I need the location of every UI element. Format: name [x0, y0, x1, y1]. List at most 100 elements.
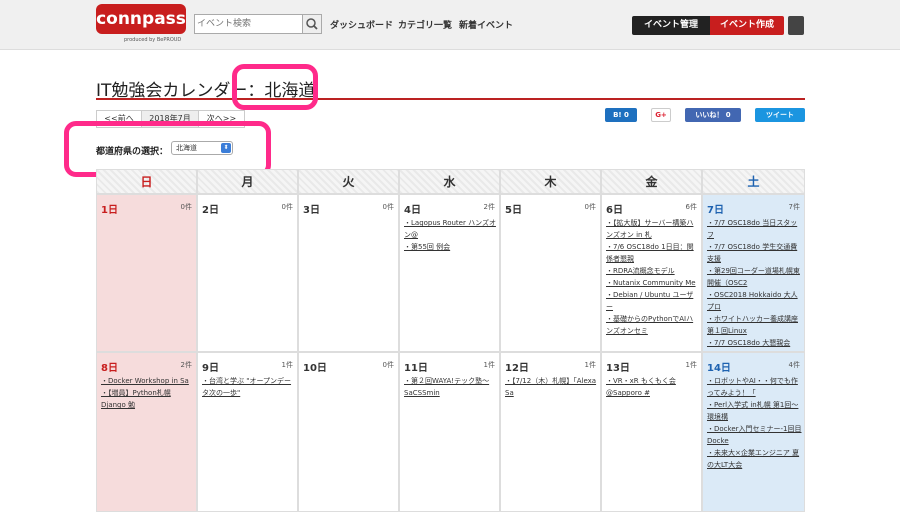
hatena-bookmark-button[interactable]: B! 0	[605, 108, 637, 122]
day-number: 6日	[606, 205, 623, 216]
event-link[interactable]: ・ホワイトハッカー養成講座 第１回Linux	[707, 313, 802, 337]
event-link[interactable]: ・7/7 OSC18do 学生交通費支援	[707, 241, 802, 265]
calendar-day-cell: 13日 1件・VR・xR もくもく会@Sapporo #	[601, 352, 702, 512]
calendar-day-cell: 12日 1件・【7/12（木）札幌】「Alexa Sa	[500, 352, 601, 512]
day-number: 9日	[202, 363, 219, 374]
event-link[interactable]: ・Nutanix Community Me	[606, 277, 699, 289]
search-box	[194, 14, 322, 34]
day-number: 2日	[202, 205, 219, 216]
event-count: 0件	[281, 203, 293, 211]
logo-subtitle: produced by BePROUD	[124, 37, 182, 43]
weekday-header: 火	[298, 169, 399, 194]
day-number: 11日	[404, 363, 428, 374]
event-list: ・【拡大版】サーバー構築ハンズオン in 札・7/6 OSC18do 1日目：関…	[606, 217, 699, 337]
search-icon	[306, 18, 318, 30]
calendar-day-cell: 5日 0件	[500, 194, 601, 352]
event-link[interactable]: ・Docker入門セミナー-1回目Docke	[707, 423, 802, 447]
day-number: 3日	[303, 205, 320, 216]
calendar-day-cell: 2日 0件	[197, 194, 298, 352]
event-link[interactable]: ・Docker Workshop in Sa	[101, 375, 194, 387]
event-link[interactable]: ・Perl入学式 in札幌 第1回〜環境構	[707, 399, 802, 423]
event-count: 4件	[788, 361, 800, 369]
event-count: 0件	[382, 361, 394, 369]
facebook-like-button[interactable]: いいね！ 0	[685, 108, 741, 122]
event-link[interactable]: ・【増員】Python札幌 Django 勉	[101, 387, 194, 411]
calendar-day-cell: 6日 6件・【拡大版】サーバー構築ハンズオン in 札・7/6 OSC18do 1…	[601, 194, 702, 352]
event-link[interactable]: ・第２回WAYA!テック塾〜SaCSSmin	[404, 375, 497, 399]
day-number: 8日	[101, 363, 118, 374]
event-link[interactable]: ・7/6 OSC18do 1日目：関係者懇親	[606, 241, 699, 265]
event-count: 1件	[685, 361, 697, 369]
event-count: 0件	[180, 203, 192, 211]
event-link[interactable]: ・未来大×企業エンジニア 夏の大LT大会	[707, 447, 802, 471]
user-avatar[interactable]	[788, 16, 804, 35]
event-count: 6件	[685, 203, 697, 211]
calendar-day-cell: 3日 0件	[298, 194, 399, 352]
nav-categories[interactable]: カテゴリ一覧	[398, 18, 452, 31]
event-link[interactable]: ・第29回コーダー道場札幌東 開催（OSC2	[707, 265, 802, 289]
event-list: ・Docker Workshop in Sa ・【増員】Python札幌 Djan…	[101, 375, 194, 411]
calendar-day-cell: 1日 0件	[96, 194, 197, 352]
nav-new-events[interactable]: 新着イベント	[459, 18, 513, 31]
event-list: ・第２回WAYA!テック塾〜SaCSSmin	[404, 375, 497, 399]
event-count: 0件	[382, 203, 394, 211]
day-number: 5日	[505, 205, 522, 216]
title-underline	[96, 98, 805, 100]
event-link[interactable]: ・VR・xR もくもく会@Sapporo #	[606, 375, 699, 399]
event-list: ・VR・xR もくもく会@Sapporo #	[606, 375, 699, 399]
weekday-header: 木	[500, 169, 601, 194]
site-header: connpass produced by BePROUD ダッシュボード カテゴ…	[0, 0, 900, 50]
search-input[interactable]	[197, 16, 301, 32]
event-manage-button[interactable]: イベント管理	[632, 16, 710, 35]
event-count: 1件	[584, 361, 596, 369]
search-button[interactable]	[302, 15, 321, 33]
day-number: 1日	[101, 205, 118, 216]
weekday-header: 日	[96, 169, 197, 194]
event-link[interactable]: ・Lagopus Router ハンズオン@	[404, 217, 497, 241]
day-number: 12日	[505, 363, 529, 374]
event-link[interactable]: ・ロボットやAI・・何でも作ってみよう！「	[707, 375, 802, 399]
calendar-day-cell: 9日 1件・台湾と学ぶ "オープンデータ次の一歩"	[197, 352, 298, 512]
weekday-header: 金	[601, 169, 702, 194]
event-count: 1件	[483, 361, 495, 369]
calendar-day-cell: 10日 0件	[298, 352, 399, 512]
event-list: ・Lagopus Router ハンズオン@ ・第55回 例会	[404, 217, 497, 253]
event-link[interactable]: ・台湾と学ぶ "オープンデータ次の一歩"	[202, 375, 295, 399]
calendar-day-cell: 11日 1件・第２回WAYA!テック塾〜SaCSSmin	[399, 352, 500, 512]
event-list: ・台湾と学ぶ "オープンデータ次の一歩"	[202, 375, 295, 399]
event-create-button[interactable]: イベント作成	[710, 16, 784, 35]
nav-dashboard[interactable]: ダッシュボード	[330, 18, 393, 31]
event-link[interactable]: ・Debian / Ubuntu ユーザー	[606, 289, 699, 313]
event-list: ・【7/12（木）札幌】「Alexa Sa	[505, 375, 598, 399]
region-highlight	[232, 64, 318, 110]
event-count: 7件	[788, 203, 800, 211]
calendar-day-cell: 7日 7件・7/7 OSC18do 当日スタッフ ・7/7 OSC18do 学生交通…	[702, 194, 805, 352]
event-count: 2件	[483, 203, 495, 211]
event-link[interactable]: ・【7/12（木）札幌】「Alexa Sa	[505, 375, 598, 399]
event-count: 1件	[281, 361, 293, 369]
day-number: 14日	[707, 363, 731, 374]
weekday-header: 水	[399, 169, 500, 194]
google-plus-button[interactable]: G+	[651, 108, 671, 122]
event-link[interactable]: ・OSC2018 Hokkaido 大人プロ	[707, 289, 802, 313]
event-list: ・ロボットやAI・・何でも作ってみよう！「 ・Perl入学式 in札幌 第1回〜環…	[707, 375, 802, 471]
event-list: ・7/7 OSC18do 当日スタッフ ・7/7 OSC18do 学生交通費支援・…	[707, 217, 802, 349]
event-link[interactable]: ・7/7 OSC18do 大懇親会	[707, 337, 802, 349]
day-number: 4日	[404, 205, 421, 216]
day-number: 7日	[707, 205, 724, 216]
calendar-grid: 日月火水木金土 1日 0件 2日 0件 3日 0件 4日 2件 ・Lagopus Router ハ…	[96, 169, 805, 512]
event-count: 2件	[180, 361, 192, 369]
tweet-button[interactable]: ツイート	[755, 108, 805, 122]
event-link[interactable]: ・基礎からのPythonでAIハンズオンセミ	[606, 313, 699, 337]
calendar-day-cell: 14日 4件・ロボットやAI・・何でも作ってみよう！「 ・Perl入学式 in札幌 …	[702, 352, 805, 512]
event-link[interactable]: ・7/7 OSC18do 当日スタッフ	[707, 217, 802, 241]
calendar-day-cell: 8日 2件・Docker Workshop in Sa ・【増員】Python札幌 …	[96, 352, 197, 512]
event-link[interactable]: ・【拡大版】サーバー構築ハンズオン in 札	[606, 217, 699, 241]
event-link[interactable]: ・RDRA流概念モデル	[606, 265, 699, 277]
event-count: 0件	[584, 203, 596, 211]
event-link[interactable]: ・第55回 例会	[404, 241, 497, 253]
calendar-day-cell: 4日 2件・Lagopus Router ハンズオン@ ・第55回 例会	[399, 194, 500, 352]
day-number: 10日	[303, 363, 327, 374]
day-number: 13日	[606, 363, 630, 374]
connpass-logo[interactable]: connpass	[96, 4, 186, 34]
